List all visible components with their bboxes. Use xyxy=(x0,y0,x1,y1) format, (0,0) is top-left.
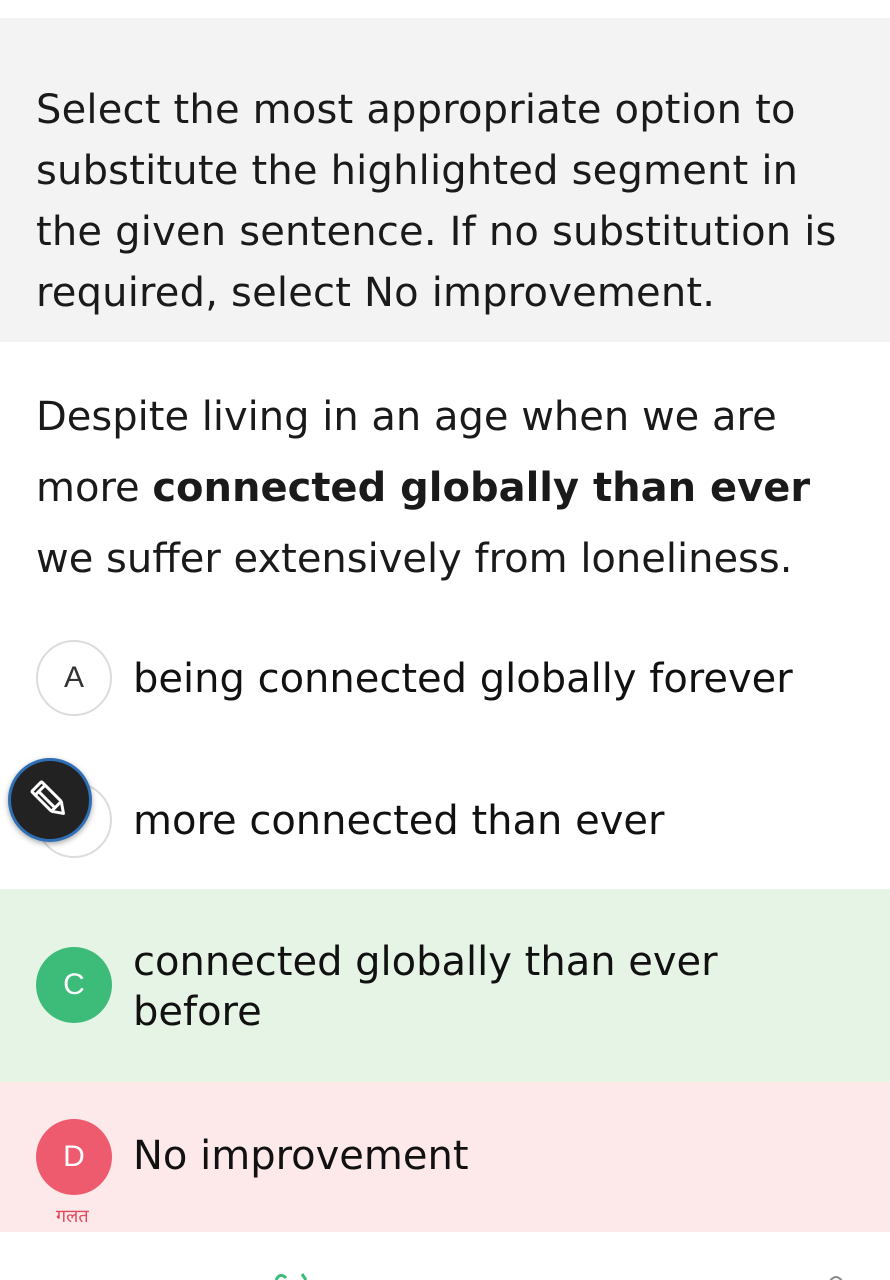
option-d[interactable]: D No improvement xyxy=(0,1082,890,1232)
pencil-button[interactable] xyxy=(8,758,92,842)
option-a[interactable]: A being connected globally forever xyxy=(0,636,890,722)
option-d-text[interactable]: No improvement xyxy=(133,1131,833,1181)
option-c[interactable]: C connected globally than ever before xyxy=(0,889,890,1082)
option-a-text[interactable]: being connected globally forever xyxy=(133,654,833,704)
option-c-circle[interactable]: C xyxy=(36,947,112,1023)
option-d-circle[interactable]: D xyxy=(36,1119,112,1195)
question-text: Despite living in an age when we are mor… xyxy=(36,382,856,595)
pencil-icon xyxy=(30,780,65,815)
instruction-panel: Select the most appropriate option to su… xyxy=(0,18,890,342)
bottom-nav-partial-icon xyxy=(270,1270,320,1280)
question-after: we suffer extensively from loneliness. xyxy=(36,536,793,582)
instruction-text: Select the most appropriate option to su… xyxy=(36,87,837,316)
option-b[interactable]: B more connected than ever xyxy=(0,778,890,864)
option-a-circle[interactable]: A xyxy=(36,640,112,716)
bottom-nav-partial-icon-right xyxy=(824,1270,848,1280)
option-c-text[interactable]: connected globally than ever before xyxy=(133,937,833,1037)
question-highlight: connected globally than ever xyxy=(152,465,811,511)
wrong-answer-label: गलत xyxy=(56,1206,89,1227)
option-b-text[interactable]: more connected than ever xyxy=(133,796,833,846)
